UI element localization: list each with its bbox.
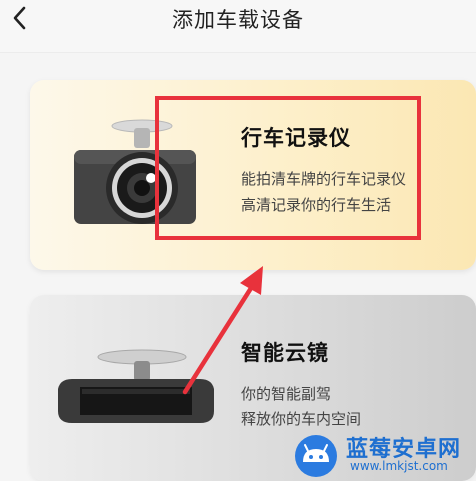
watermark-url: www.lmkjst.com <box>350 459 448 473</box>
smart-mirror-description-line-2: 释放你的车内空间 <box>241 410 362 428</box>
smart-mirror-icon <box>58 349 214 423</box>
page-title: 添加车载设备 <box>172 8 304 32</box>
android-logo-icon <box>295 435 337 477</box>
smart-mirror-title: 智能云镜 <box>241 341 329 365</box>
highlight-box <box>155 96 421 240</box>
navigation-bar: 添加车载设备 <box>0 0 476 53</box>
smart-mirror-description-line-1: 你的智能副驾 <box>241 385 332 403</box>
site-watermark: 蓝莓安卓网 www.lmkjst.com <box>290 428 476 481</box>
